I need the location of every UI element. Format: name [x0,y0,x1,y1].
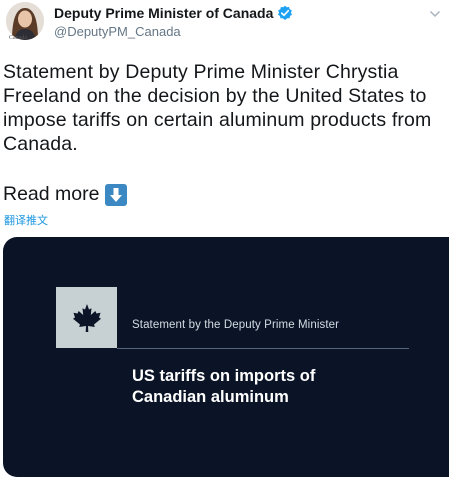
display-name[interactable]: Deputy Prime Minister of Canada [54,5,273,21]
read-more-label: Read more [3,183,100,205]
chevron-down-icon[interactable] [429,6,441,18]
card-subtitle: Statement by the Deputy Prime Minister [132,319,340,331]
card-logo [56,287,117,348]
tweet-header: Canadá Deputy Prime Minister of Canada @… [0,0,449,52]
tweet-text: Statement by Deputy Prime Minister Chrys… [3,61,432,155]
card-title: US tariffs on imports of Canadian alumin… [132,367,316,406]
read-more[interactable]: Read more [3,183,128,206]
divider [117,348,409,349]
avatar-caption: Canadá [9,35,27,41]
translate-tweet-link[interactable]: 翻译推文 [4,212,48,228]
user-handle[interactable]: @DeputyPM_Canada [54,24,181,39]
link-card[interactable] [3,237,449,477]
maple-leaf-icon [71,302,103,334]
down-arrow-icon [105,183,128,206]
name-row: Deputy Prime Minister of Canada [54,5,293,21]
verified-badge-icon [277,5,293,21]
